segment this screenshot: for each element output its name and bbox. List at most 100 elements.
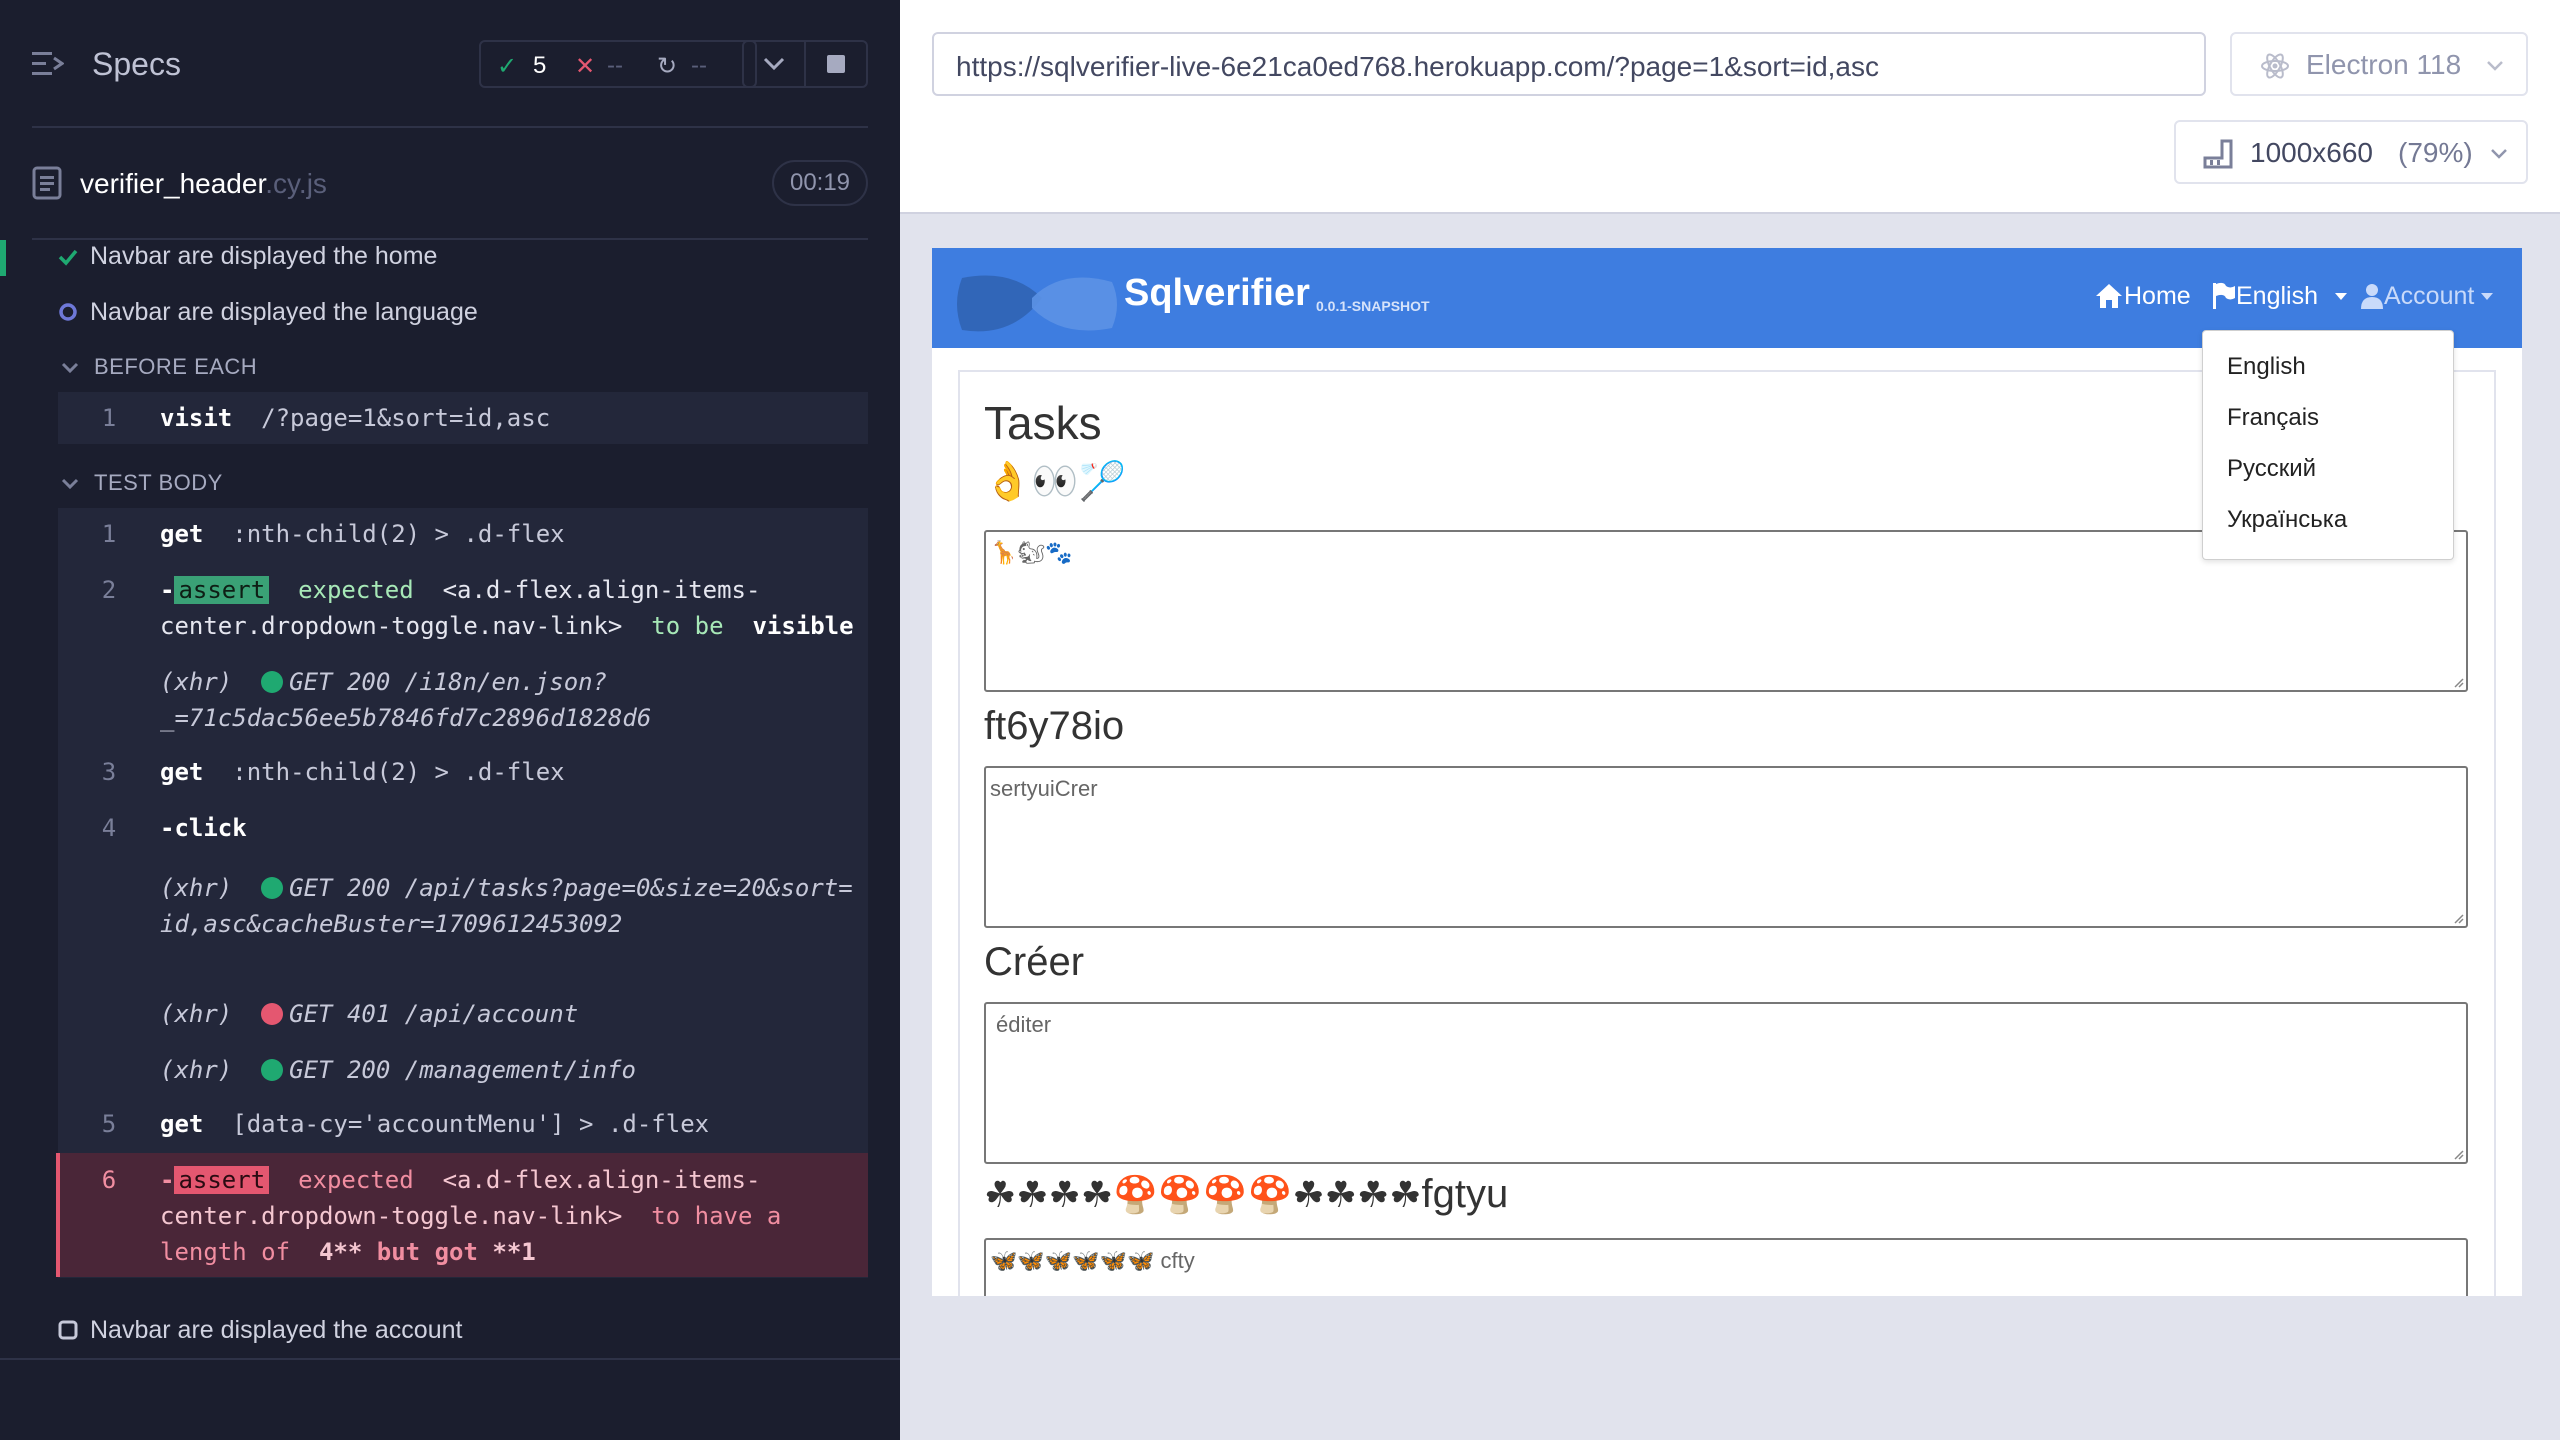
task-title: ft6y78io [984,704,1125,748]
resize-handle-icon[interactable] [2452,1148,2464,1160]
assert-dash: - [160,576,175,604]
nav-language-label: English [2236,282,2318,310]
passed-count: 5 [533,52,547,79]
home-icon [2096,284,2122,308]
version-label: 0.0.1-SNAPSHOT [1316,298,1430,314]
app-frame: Sqlverifier 0.0.1-SNAPSHOT Home English … [932,248,2522,1296]
assert-badge: assert [174,1166,270,1194]
command-arg: [data-cy='accountMenu'] > .d-flex [232,1110,710,1138]
browser-label: Electron 118 [2306,49,2462,80]
language-dropdown-menu: English Français Русский Українська [2202,330,2454,560]
command-arg: :nth-child(2) > .d-flex [232,520,565,548]
assert-dash: - [160,1166,175,1194]
pending-square-icon [58,1320,78,1340]
browser-selector[interactable]: Electron 118 [2230,32,2528,96]
task-textarea[interactable]: 🦋🦋🦋🦋🦋🦋 cfty [984,1238,2468,1296]
document-icon [32,166,62,200]
resize-handle-icon[interactable] [2452,912,2464,924]
task-textarea[interactable]: éditer [984,1002,2468,1164]
chevron-down-icon [2491,149,2507,159]
reporter-panel: Specs ✓ 5 ✕ -- ↻ -- verifier_header.cy.j… [0,0,900,1440]
assert-word: but got [376,1238,478,1266]
language-option[interactable]: Українська [2227,506,2347,534]
xhr-row[interactable]: (xhr) GET 200 /api/tasks?page=0&size=20&… [58,870,868,978]
assert-value: 4** [318,1238,363,1266]
command-number: 5 [101,1110,117,1138]
passed-stripe [0,240,6,276]
test-title-language[interactable]: Navbar are displayed the language [90,298,478,327]
spec-file-row[interactable]: verifier_header.cy.js 00:19 [32,160,868,220]
before-each-label[interactable]: BEFORE EACH [94,354,257,380]
xhr-row[interactable]: (xhr) GET 200 /i18n/en.json?_=71c5dac56e… [58,664,868,736]
nav-account-label: Account [2384,282,2475,310]
failed-x-icon: ✕ [575,53,596,80]
divider [0,1358,900,1360]
file-ext: .cy.js [265,168,327,199]
test-stats: ✓ 5 ✕ -- ↻ -- [479,40,757,88]
specs-title[interactable]: Specs [92,46,181,83]
caret-down-icon [2481,293,2493,300]
collapse-button[interactable] [742,40,806,88]
url-bar[interactable]: https://sqlverifier-live-6e21ca0ed768.he… [932,32,2206,96]
ruler-icon [2203,139,2233,169]
emoji-line: 👌👀🏸 [984,461,1126,503]
logo[interactable] [952,268,1122,338]
chevron-down-icon[interactable] [60,474,80,494]
chevron-down-icon [2487,61,2503,71]
before-each-block: 1 visit /?page=1&sort=id,asc [58,392,868,444]
page-title: Tasks [984,397,1102,449]
duration-badge: 00:19 [772,160,868,206]
electron-icon [2261,53,2289,79]
viewport-size: 1000x660 [2250,137,2374,168]
user-icon [2361,284,2383,309]
language-option[interactable]: English [2227,353,2306,381]
brand-name[interactable]: Sqlverifier [1124,272,1310,315]
status-dot [261,671,284,693]
pending-spinner-icon: ↻ [657,53,678,80]
assert-value: visible [752,612,854,640]
test-title-home[interactable]: Navbar are displayed the home [90,242,437,271]
textarea-text: cfty [1154,1248,1195,1273]
command-arg: /?page=1&sort=id,asc [261,404,551,432]
viewport-info[interactable]: 1000x660 (79%) [2174,120,2528,184]
stop-icon [827,55,845,73]
status-dot [261,877,284,899]
xhr-label: (xhr) [160,874,233,902]
check-icon [58,249,78,266]
command-name: get [160,758,204,786]
failed-command-row[interactable]: 6 - assert expected <a.d-flex.align-items… [58,1162,868,1270]
assert-badge: assert [174,576,270,604]
xhr-request: GET 401 /api/account [289,1000,579,1028]
chevron-down-icon[interactable] [60,358,80,378]
task-title: Créer [984,940,1085,984]
passed-check-icon: ✓ [497,53,518,80]
caret-down-icon [2335,293,2347,300]
language-option[interactable]: Русский [2227,455,2316,483]
textarea-text: 🦒🐿🐾 [990,540,1073,565]
flag-icon [2213,282,2235,309]
textarea-text: éditer [996,1012,1052,1037]
command-name: visit [160,404,233,432]
command-arg: :nth-child(2) > .d-flex [232,758,565,786]
command-name: get [160,520,204,548]
status-dot [261,1059,284,1081]
divider [32,238,868,240]
nav-home-label: Home [2124,282,2191,310]
xhr-label: (xhr) [160,1056,233,1084]
command-row[interactable]: 2 - assert expected <a.d-flex.align-items… [58,572,868,644]
command-number: 2 [101,576,117,604]
command-number: 1 [101,520,117,548]
specs-list-icon[interactable] [32,50,64,78]
textarea-text: sertyuiCrer [990,776,1098,801]
resize-handle-icon[interactable] [2452,676,2464,688]
stop-button[interactable] [804,40,868,88]
task-title: ☘☘☘☘🍄🍄🍄🍄☘☘☘☘fgtyu [984,1172,1508,1217]
test-title-account[interactable]: Navbar are displayed the account [90,1316,462,1345]
status-dot [261,1003,284,1025]
command-number: 6 [101,1166,117,1194]
test-body-label[interactable]: TEST BODY [94,470,223,496]
command-name: get [160,1110,204,1138]
language-option[interactable]: Français [2227,404,2319,432]
title-emoji: ☘☘☘☘🍄🍄🍄🍄☘☘☘☘ [984,1174,1422,1215]
task-textarea[interactable]: sertyuiCrer [984,766,2468,928]
